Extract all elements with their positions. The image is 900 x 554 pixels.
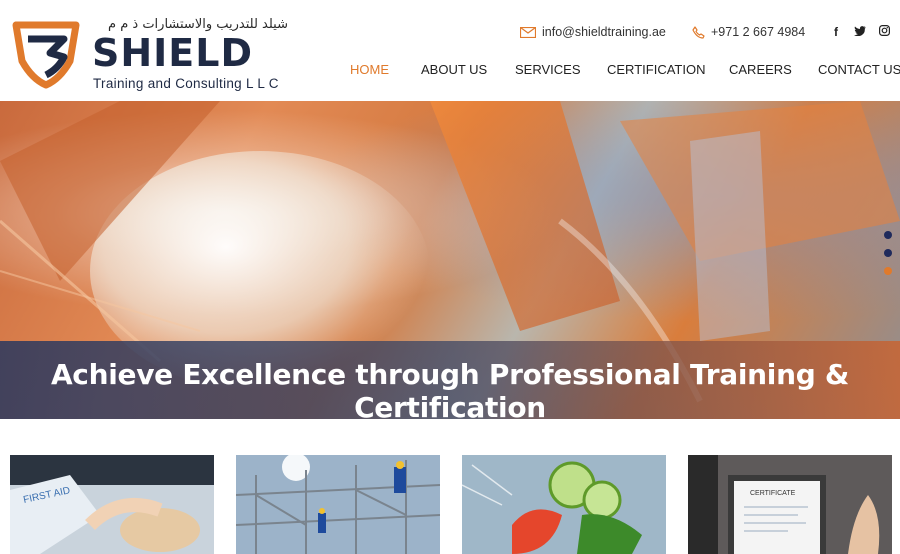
brand-logo[interactable]: شيلد للتدريب والاستشارات ذ م م SHIELD Tr… bbox=[10, 17, 295, 91]
slider-dot-active[interactable] bbox=[884, 267, 892, 275]
twitter-icon[interactable] bbox=[854, 25, 866, 39]
svg-text:CERTIFICATE: CERTIFICATE bbox=[750, 490, 796, 497]
food-safety-image[interactable] bbox=[462, 455, 666, 554]
slider-dot[interactable] bbox=[884, 249, 892, 257]
contact-email[interactable]: info@shieldtraining.ae bbox=[520, 25, 666, 39]
brand-arabic-name: شيلد للتدريب والاستشارات ذ م م bbox=[108, 17, 288, 32]
brand-tagline: Training and Consulting L L C bbox=[93, 76, 279, 91]
phone-icon bbox=[692, 25, 705, 39]
scaffolding-work-image[interactable] bbox=[236, 455, 440, 554]
nav-contact-us[interactable]: CONTACT US bbox=[818, 62, 900, 77]
nav-services[interactable]: SERVICES bbox=[515, 62, 581, 77]
hero-slider: Achieve Excellence through Professional … bbox=[0, 101, 900, 419]
hero-caption: Achieve Excellence through Professional … bbox=[50, 358, 850, 419]
site-header: شيلد للتدريب والاستشارات ذ م م SHIELD Tr… bbox=[0, 0, 900, 101]
slider-pagination bbox=[884, 231, 892, 275]
first-aid-training-image[interactable]: FIRST AID bbox=[10, 455, 214, 554]
phone-link[interactable]: +971 2 667 4984 bbox=[711, 25, 805, 39]
contact-phone[interactable]: +971 2 667 4984 bbox=[692, 25, 805, 39]
envelope-icon bbox=[520, 26, 536, 38]
social-links: f bbox=[830, 25, 890, 39]
service-cards: FIRST AID CERTIFICATE bbox=[0, 455, 900, 554]
main-nav: HOME ABOUT US SERVICES CERTIFICATION CAR… bbox=[350, 62, 900, 78]
nav-careers[interactable]: CAREERS bbox=[729, 62, 792, 77]
slider-dot[interactable] bbox=[884, 231, 892, 239]
brand-name: SHIELD bbox=[92, 31, 254, 75]
email-link[interactable]: info@shieldtraining.ae bbox=[542, 25, 666, 39]
shield-logo-icon bbox=[12, 21, 80, 89]
certificate-image[interactable]: CERTIFICATE bbox=[688, 455, 892, 554]
nav-about-us[interactable]: ABOUT US bbox=[421, 62, 487, 77]
instagram-icon[interactable] bbox=[878, 25, 890, 39]
nav-certification[interactable]: CERTIFICATION bbox=[607, 62, 705, 77]
facebook-icon[interactable]: f bbox=[830, 25, 842, 39]
nav-home[interactable]: HOME bbox=[350, 62, 389, 77]
